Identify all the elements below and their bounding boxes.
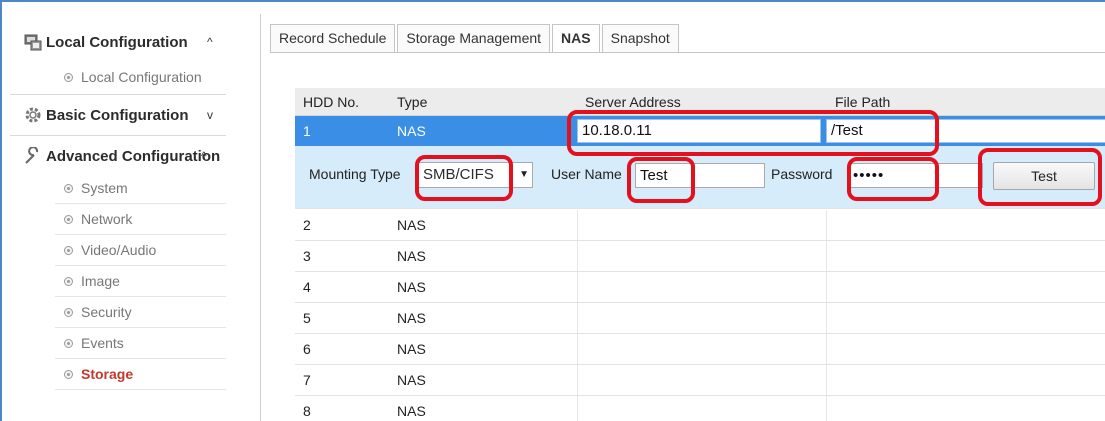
cell-type: NAS <box>397 123 426 139</box>
tab-underline <box>270 52 1105 53</box>
sidebar-item-label: System <box>81 180 128 196</box>
test-button[interactable]: Test <box>993 162 1095 190</box>
table-header: HDD No. Type Server Address File Path <box>295 88 1105 116</box>
password-label: Password <box>771 166 833 182</box>
tab-snapshot[interactable]: Snapshot <box>601 24 679 52</box>
local-config-icon <box>24 34 42 51</box>
tab-record-schedule[interactable]: Record Schedule <box>270 24 396 52</box>
cell-hdd-no: 8 <box>303 403 311 419</box>
cell-type: NAS <box>397 217 426 233</box>
sidebar-section-label: Basic Configuration <box>46 106 189 124</box>
sidebar-item-label: Video/Audio <box>81 242 157 258</box>
sidebar-item-label: Local Configuration <box>81 69 202 85</box>
sidebar-item-label: Storage <box>81 366 134 382</box>
sidebar-item-label: Network <box>81 211 133 227</box>
cell-hdd-no: 4 <box>303 279 311 295</box>
nas-table: HDD No. Type Server Address File Path 1 … <box>295 88 1105 421</box>
tab-nas[interactable]: NAS <box>552 24 600 52</box>
window-top-border <box>0 0 1105 2</box>
sidebar-item-video-audio[interactable]: Video/Audio <box>2 235 232 266</box>
cell-type: NAS <box>397 310 426 326</box>
chevron-up-icon[interactable]: ^ <box>201 149 217 163</box>
cell-type: NAS <box>397 248 426 264</box>
sidebar-divider-vertical <box>260 14 261 421</box>
header-file-path: File Path <box>835 94 891 110</box>
sidebar-item-system[interactable]: System <box>2 173 232 204</box>
user-name-input[interactable]: Test <box>635 163 765 188</box>
cell-hdd-no: 2 <box>303 217 311 233</box>
tab-bar: Record Schedule Storage Management NAS S… <box>270 24 681 52</box>
header-hdd-no: HDD No. <box>303 94 360 110</box>
chevron-up-icon[interactable]: ^ <box>207 35 223 49</box>
password-input[interactable]: ••••• <box>848 163 983 188</box>
cell-hdd-no: 6 <box>303 341 311 357</box>
file-path-input[interactable]: /Test <box>826 119 1105 143</box>
sidebar-section-local-configuration[interactable]: Local Configuration ^ <box>2 22 232 62</box>
header-type: Type <box>397 94 428 110</box>
table-row[interactable]: 4 NAS <box>295 272 1105 303</box>
bullet-icon <box>64 339 73 348</box>
mounting-type-label: Mounting Type <box>309 166 401 182</box>
sidebar-item-security[interactable]: Security <box>2 297 232 328</box>
wrench-icon <box>25 147 39 164</box>
sidebar-item-image[interactable]: Image <box>2 266 232 297</box>
table-row[interactable]: 6 NAS <box>295 334 1105 365</box>
bullet-icon <box>64 73 73 82</box>
sidebar-section-basic-configuration[interactable]: Basic Configuration v <box>2 95 232 135</box>
sidebar-item-label: Image <box>81 273 120 289</box>
header-server-address: Server Address <box>585 94 681 110</box>
bullet-icon <box>64 184 73 193</box>
table-row-selected[interactable]: 1 NAS 10.18.0.11 /Test <box>295 116 1105 146</box>
nas-detail-panel: Mounting Type SMB/CIFS ▼ User Name Test … <box>295 146 1105 209</box>
table-row[interactable]: 5 NAS <box>295 303 1105 334</box>
tab-storage-management[interactable]: Storage Management <box>397 24 551 52</box>
bullet-icon <box>64 246 73 255</box>
sidebar-section-advanced-configuration[interactable]: Advanced Configuration ^ <box>2 136 232 176</box>
cell-hdd-no: 1 <box>303 123 311 139</box>
table-row[interactable]: 2 NAS <box>295 210 1105 241</box>
table-row[interactable]: 7 NAS <box>295 365 1105 396</box>
chevron-down-icon[interactable]: v <box>207 108 223 122</box>
cell-type: NAS <box>397 341 426 357</box>
sidebar-item-label: Events <box>81 335 124 351</box>
dropdown-arrow-icon: ▼ <box>519 169 529 180</box>
bullet-icon <box>64 370 73 379</box>
cell-type: NAS <box>397 279 426 295</box>
bullet-icon <box>64 277 73 286</box>
mounting-type-value: SMB/CIFS <box>423 166 494 183</box>
bullet-icon <box>64 308 73 317</box>
sidebar-item-local-configuration[interactable]: Local Configuration <box>2 62 232 93</box>
server-address-input[interactable]: 10.18.0.11 <box>577 119 821 143</box>
table-row[interactable]: 3 NAS <box>295 241 1105 272</box>
sidebar-section-label: Advanced Configuration <box>46 147 221 165</box>
cell-hdd-no: 3 <box>303 248 311 264</box>
table-row[interactable]: 8 NAS <box>295 396 1105 421</box>
user-name-label: User Name <box>551 166 622 182</box>
mounting-type-select[interactable]: SMB/CIFS ▼ <box>418 162 533 188</box>
sidebar-item-events[interactable]: Events <box>2 328 232 359</box>
cell-hdd-no: 5 <box>303 310 311 326</box>
sidebar-section-label: Local Configuration <box>46 33 188 51</box>
sidebar-item-network[interactable]: Network <box>2 204 232 235</box>
bullet-icon <box>64 215 73 224</box>
sidebar-item-label: Security <box>81 304 132 320</box>
sidebar-item-storage[interactable]: Storage <box>2 359 232 390</box>
cell-hdd-no: 7 <box>303 372 311 388</box>
cell-type: NAS <box>397 372 426 388</box>
cell-type: NAS <box>397 403 426 419</box>
gear-icon <box>25 107 41 123</box>
sidebar-nav: Local Configuration ^ Local Configuratio… <box>2 14 232 421</box>
